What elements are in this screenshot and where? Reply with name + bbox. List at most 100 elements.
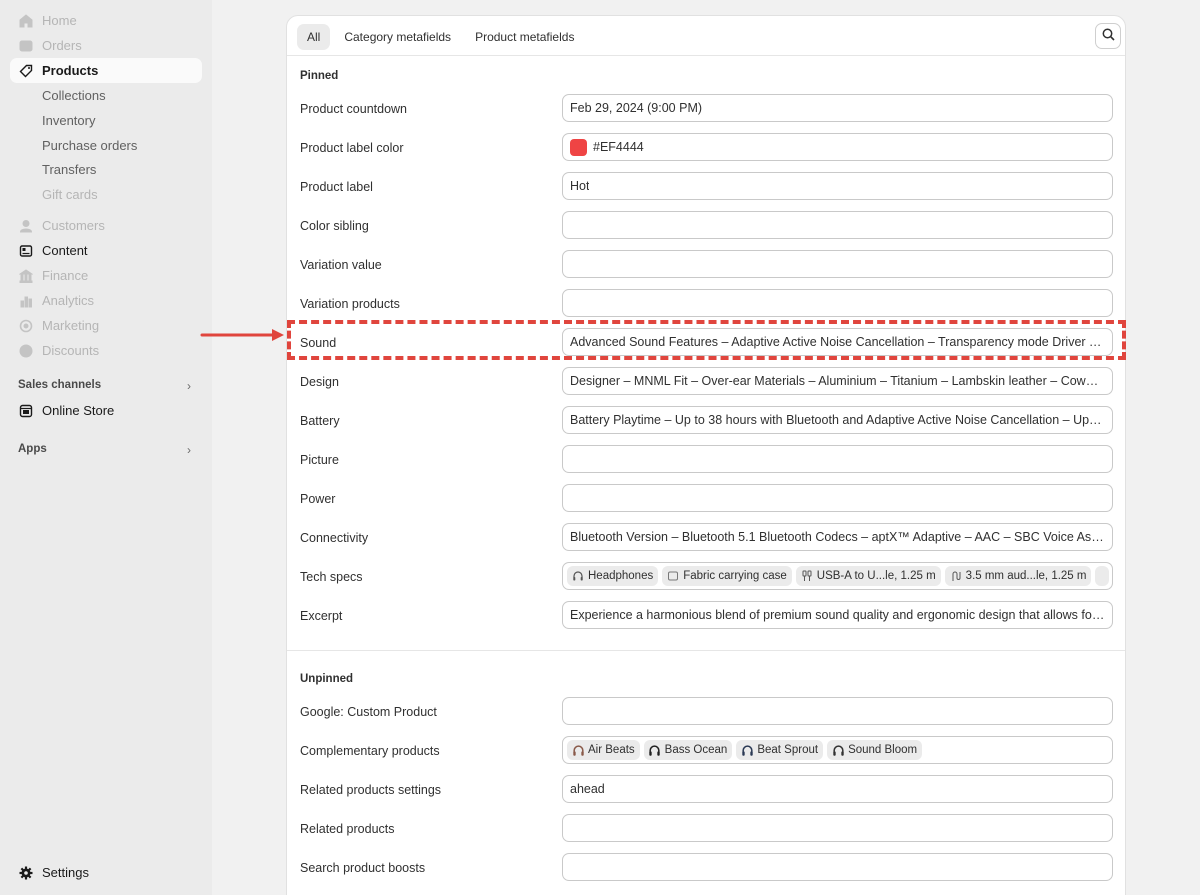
variation-value-field[interactable] [562, 250, 1113, 278]
headphones-icon [831, 743, 845, 757]
metafield-tabs: All Category metafields Product metafiel… [297, 24, 584, 50]
sidebar: Home Orders Products Collections Invento… [0, 0, 212, 895]
annotation-arrow-icon [200, 329, 284, 341]
headphones-icon [648, 743, 662, 757]
divider [287, 650, 1125, 651]
sidebar-subitem-purchase-orders[interactable]: Purchase orders [42, 138, 137, 153]
sidebar-item-label: Home [42, 13, 77, 28]
row-label-product-label: Product label [300, 180, 373, 194]
variation-products-field[interactable] [562, 289, 1113, 317]
excerpt-field[interactable]: Experience a harmonious blend of premium… [562, 601, 1113, 629]
sidebar-item-label: Customers [42, 218, 105, 233]
sidebar-item-label: Products [42, 63, 99, 78]
field-value: Battery Playtime – Up to 38 hours with B… [570, 413, 1105, 427]
search-product-boosts-field[interactable] [562, 853, 1113, 881]
sidebar-item-discounts[interactable]: Discounts [10, 338, 202, 363]
product-countdown-field[interactable]: Feb 29, 2024 (9:00 PM) [562, 94, 1113, 122]
orders-icon [18, 38, 34, 54]
design-field[interactable]: Designer – MNML Fit – Over-ear Materials… [562, 367, 1113, 395]
sidebar-item-online-store[interactable]: Online Store [10, 398, 202, 423]
row-label-related-products-settings: Related products settings [300, 783, 442, 797]
tech-spec-chip[interactable]: 3.5 mm aud...le, 1.25 m [944, 566, 1092, 586]
sound-row-highlight [287, 320, 1126, 360]
product-chip[interactable]: Sound Bloom [827, 740, 923, 760]
field-value: #EF4444 [593, 140, 644, 154]
picture-field[interactable] [562, 445, 1113, 473]
search-icon [1102, 28, 1115, 44]
google-custom-product-field[interactable] [562, 697, 1113, 725]
tab-product-metafields[interactable]: Product metafields [465, 24, 584, 50]
tech-specs-field[interactable]: Headphones Fabric carrying case USB-A to… [562, 562, 1113, 590]
headphones-icon [571, 743, 585, 757]
chip-label: USB-A to U...le, 1.25 m [816, 570, 936, 582]
divider [287, 55, 1125, 56]
product-chip[interactable]: Air Beats [567, 740, 640, 760]
tech-spec-chip[interactable]: Fabric carrying case [662, 566, 792, 586]
row-label-complementary-products: Complementary products [300, 744, 440, 758]
sidebar-item-finance[interactable]: Finance [10, 263, 202, 288]
sidebar-item-marketing[interactable]: Marketing [10, 313, 202, 338]
sidebar-item-products[interactable]: Products [10, 58, 202, 83]
connectivity-field[interactable]: Bluetooth Version – Bluetooth 5.1 Blueto… [562, 523, 1113, 551]
tech-spec-chip[interactable]: Headphones [567, 566, 659, 586]
chevron-right-icon[interactable]: › [187, 379, 191, 393]
target-icon [18, 318, 34, 334]
product-label-color-field[interactable]: #EF4444 [562, 133, 1113, 161]
sidebar-item-customers[interactable]: Customers [10, 213, 202, 238]
product-chip[interactable]: Beat Sprout [736, 740, 824, 760]
sidebar-item-label: Analytics [42, 293, 95, 308]
sidebar-item-analytics[interactable]: Analytics [10, 288, 202, 313]
sidebar-subitem-transfers[interactable]: Transfers [42, 162, 96, 177]
field-value: Bluetooth Version – Bluetooth 5.1 Blueto… [570, 530, 1105, 544]
bank-icon [18, 268, 34, 284]
sidebar-subitem-inventory[interactable]: Inventory [42, 113, 95, 128]
row-label-picture: Picture [300, 453, 339, 467]
complementary-products-field[interactable]: Air Beats Bass Ocean Beat Sprout Sound B… [562, 736, 1113, 764]
search-button[interactable] [1095, 23, 1121, 49]
chip-label: 3.5 mm aud...le, 1.25 m [965, 570, 1087, 582]
field-value: ahead [570, 782, 605, 796]
power-field[interactable] [562, 484, 1113, 512]
tech-spec-chip[interactable]: USB-A to U...le, 1.25 m [795, 566, 941, 586]
product-chip[interactable]: Bass Ocean [643, 740, 733, 760]
sidebar-item-orders[interactable]: Orders [10, 33, 202, 58]
chip-label: Sound Bloom [848, 744, 918, 756]
sidebar-item-home[interactable]: Home [10, 8, 202, 33]
sidebar-item-content[interactable]: Content [10, 238, 202, 263]
tab-category-metafields[interactable]: Category metafields [334, 24, 461, 50]
chip-label: Headphones [588, 570, 654, 582]
product-label-field[interactable]: Hot [562, 172, 1113, 200]
sidebar-subitem-gift-cards[interactable]: Gift cards [42, 187, 98, 202]
tab-all[interactable]: All [297, 24, 331, 50]
sidebar-item-settings[interactable]: Settings [10, 860, 202, 885]
battery-field[interactable]: Battery Playtime – Up to 38 hours with B… [562, 406, 1113, 434]
tag-icon [18, 63, 34, 79]
color-swatch[interactable] [570, 138, 587, 156]
sidebar-subitem-collections[interactable]: Collections [42, 88, 106, 103]
tech-spec-chip-overflow[interactable] [1095, 566, 1110, 586]
row-label-excerpt: Excerpt [300, 609, 343, 623]
row-label-search-product-boosts: Search product boosts [300, 861, 426, 875]
sidebar-item-label: Discounts [42, 343, 100, 358]
row-label-variation-value: Variation value [300, 258, 382, 272]
color-sibling-field[interactable] [562, 211, 1113, 239]
field-value: Hot [570, 179, 590, 193]
chip-label: Beat Sprout [757, 744, 819, 756]
person-icon [18, 218, 34, 234]
metafields-card: All Category metafields Product metafiel… [286, 15, 1126, 895]
pinned-heading: Pinned [300, 70, 339, 82]
chevron-right-icon[interactable]: › [187, 443, 191, 457]
sidebar-item-label: Online Store [42, 403, 115, 418]
field-value: Designer – MNML Fit – Over-ear Materials… [570, 374, 1105, 388]
related-products-settings-field[interactable]: ahead [562, 775, 1113, 803]
unpinned-heading: Unpinned [300, 673, 354, 685]
row-label-design: Design [300, 375, 339, 389]
row-label-product-countdown: Product countdown [300, 102, 408, 116]
headphones-icon [571, 569, 585, 583]
row-label-related-products: Related products [300, 822, 395, 836]
row-label-google-custom-product: Google: Custom Product [300, 705, 437, 719]
row-label-battery: Battery [300, 414, 340, 428]
gear-icon [18, 865, 34, 881]
audio-cable-icon [949, 569, 963, 583]
related-products-field[interactable] [562, 814, 1113, 842]
